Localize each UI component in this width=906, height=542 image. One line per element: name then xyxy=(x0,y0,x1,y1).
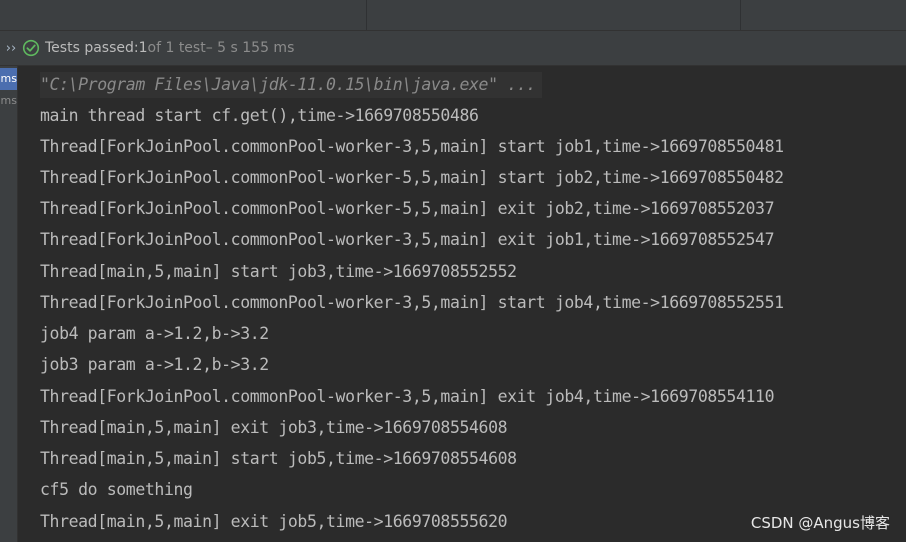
console-line: job3 param a->1.2,b->3.2 xyxy=(40,355,269,374)
tests-passed-count: 1 xyxy=(138,40,148,56)
console-line: Thread[ForkJoinPool.commonPool-worker-5,… xyxy=(40,199,775,218)
test-status-toolbar: ›› Tests passed: 1 of 1 test – 5 s 155 m… xyxy=(0,31,906,66)
console-output[interactable]: "C:\Program Files\Java\jdk-11.0.15\bin\j… xyxy=(18,66,906,542)
check-circle-icon xyxy=(22,39,40,57)
console-line: Thread[main,5,main] exit job5,time->1669… xyxy=(40,512,508,531)
test-tree-item[interactable]: ms xyxy=(0,90,17,112)
console-line: Thread[ForkJoinPool.commonPool-worker-3,… xyxy=(40,137,784,156)
ide-run-window: ›› Tests passed: 1 of 1 test – 5 s 155 m… xyxy=(0,0,906,542)
tests-total-label: of 1 test xyxy=(147,40,206,56)
console-line: cf5 do something xyxy=(40,480,193,499)
tab-divider xyxy=(366,0,367,30)
console-line: Thread[main,5,main] start job5,time->166… xyxy=(40,449,517,468)
console-line: Thread[ForkJoinPool.commonPool-worker-5,… xyxy=(40,168,784,187)
test-tree-item[interactable]: ms xyxy=(0,68,17,90)
test-tree-panel: ms ms xyxy=(0,66,18,542)
console-line: Thread[ForkJoinPool.commonPool-worker-3,… xyxy=(40,293,784,312)
tab-strip xyxy=(0,0,906,31)
console-command-line[interactable]: "C:\Program Files\Java\jdk-11.0.15\bin\j… xyxy=(40,72,542,98)
console-line: Thread[ForkJoinPool.commonPool-worker-3,… xyxy=(40,387,775,406)
double-chevron-right-icon[interactable]: ›› xyxy=(2,41,20,56)
console-line: Thread[main,5,main] start job3,time->166… xyxy=(40,262,517,281)
console-line: Thread[ForkJoinPool.commonPool-worker-3,… xyxy=(40,230,775,249)
watermark: CSDN @Angus博客 xyxy=(750,514,890,532)
tests-passed-label: Tests passed: xyxy=(45,40,139,56)
test-duration: – 5 s 155 ms xyxy=(205,40,295,56)
tab-divider xyxy=(740,0,741,30)
console-line: Thread[main,5,main] exit job3,time->1669… xyxy=(40,418,508,437)
console-line: job4 param a->1.2,b->3.2 xyxy=(40,324,269,343)
console-line: main thread start cf.get(),time->1669708… xyxy=(40,106,479,125)
